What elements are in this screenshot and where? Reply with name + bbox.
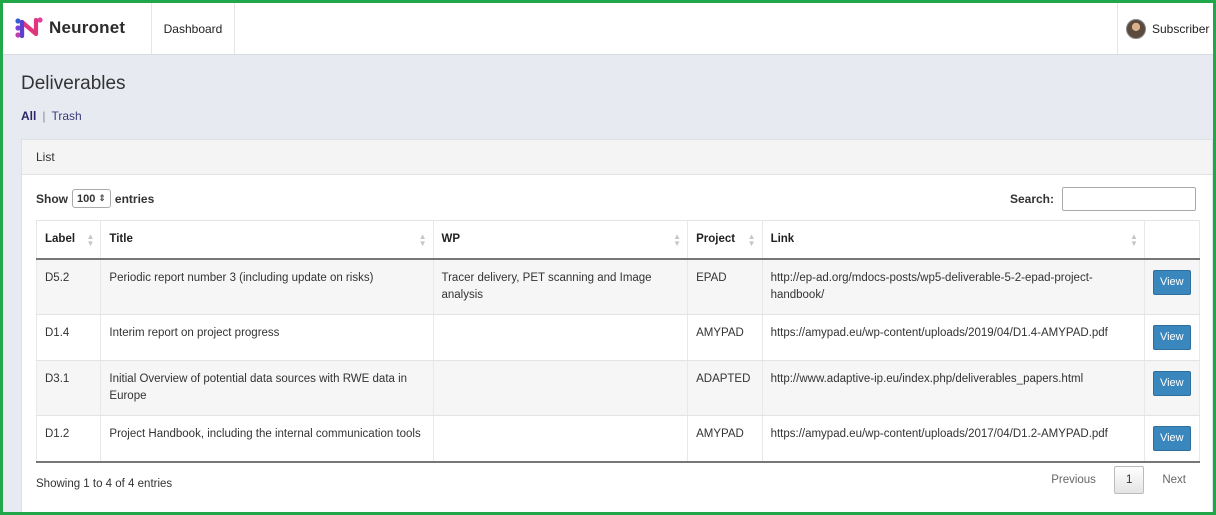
column-header-actions (1143, 220, 1201, 260)
cell-link: https://amypad.eu/wp-content/uploads/201… (761, 314, 1145, 361)
next-page-button[interactable]: Next (1150, 468, 1198, 492)
show-label: Show (36, 191, 68, 206)
cell-link: https://amypad.eu/wp-content/uploads/201… (761, 415, 1145, 463)
cell-label: D1.4 (35, 314, 101, 361)
avatar (1126, 18, 1146, 39)
table-controls: Show 100 ⇕ entries Search: (36, 187, 1196, 213)
column-header-project[interactable]: Project ▲ ▼ (687, 220, 763, 260)
cell-wp: Tracer delivery, PET scanning and Image … (432, 258, 688, 315)
cell-link: http://ep-ad.org/mdocs-posts/wp5-deliver… (761, 258, 1145, 315)
filter-links: All | Trash (21, 109, 82, 123)
brand[interactable]: Neuronet (15, 15, 125, 41)
cell-project: ADAPTED (687, 360, 763, 416)
cell-label: D5.2 (35, 258, 101, 315)
cell-title: Interim report on project progress (100, 314, 433, 361)
view-button[interactable]: View (1152, 425, 1191, 451)
page-length-value: 100 (77, 192, 96, 205)
table-header-row: Label ▲ ▼ Title ▲ ▼ WP ▲ ▼ Project ▲ ▼ L… (35, 220, 1201, 260)
list-panel: List Show 100 ⇕ entries Search: Label ▲ … (21, 139, 1213, 512)
page-title: Deliverables (21, 73, 126, 94)
cell-project: AMYPAD (687, 415, 763, 463)
view-button[interactable]: View (1152, 370, 1191, 396)
updown-arrows-icon: ⇕ (98, 193, 106, 203)
cell-label: D1.2 (35, 415, 101, 463)
column-header-wp[interactable]: WP ▲ ▼ (432, 220, 688, 260)
table-info: Showing 1 to 4 of 4 entries (36, 478, 173, 490)
cell-label: D3.1 (35, 360, 101, 416)
cell-action: View (1143, 258, 1201, 315)
neuronet-logo-icon (15, 17, 43, 39)
cell-action: View (1143, 360, 1201, 416)
search-control: Search: (1010, 187, 1196, 211)
nav-dashboard-link[interactable]: Dashboard (151, 3, 235, 54)
table-row: D3.1 Initial Overview of potential data … (35, 360, 1201, 416)
filter-all-link[interactable]: All (21, 109, 36, 123)
previous-page-button[interactable]: Previous (1039, 468, 1108, 492)
filter-separator: | (42, 109, 46, 123)
cell-title: Initial Overview of potential data sourc… (100, 360, 433, 416)
app-frame: Neuronet Dashboard Subscriber Deliverabl… (0, 0, 1216, 515)
table-row: D5.2 Periodic report number 3 (including… (35, 258, 1201, 315)
cell-title: Project Handbook, including the internal… (100, 415, 433, 463)
top-navbar: Neuronet Dashboard Subscriber (3, 3, 1213, 55)
cell-title: Periodic report number 3 (including upda… (100, 258, 433, 315)
cell-link: http://www.adaptive-ip.eu/index.php/deli… (761, 360, 1145, 416)
table-row: D1.2 Project Handbook, including the int… (35, 415, 1201, 463)
filter-trash-link[interactable]: Trash (51, 109, 81, 123)
user-name: Subscriber (1152, 21, 1210, 36)
page-length-select[interactable]: 100 ⇕ (72, 189, 111, 208)
table-row: D1.4 Interim report on project progress … (35, 314, 1201, 361)
current-page-button[interactable]: 1 (1113, 466, 1145, 494)
sort-icon: ▲ ▼ (747, 232, 756, 248)
cell-action: View (1143, 314, 1201, 361)
cell-wp (432, 415, 688, 463)
user-menu[interactable]: Subscriber (1117, 3, 1213, 54)
pagination: Previous 1 Next (1039, 466, 1198, 494)
cell-wp (432, 314, 688, 361)
search-label: Search: (1009, 192, 1054, 206)
cell-wp (432, 360, 688, 416)
deliverables-table: Label ▲ ▼ Title ▲ ▼ WP ▲ ▼ Project ▲ ▼ L… (35, 220, 1201, 463)
sort-icon: ▲ ▼ (673, 232, 682, 248)
view-button[interactable]: View (1152, 324, 1191, 350)
column-header-title[interactable]: Title ▲ ▼ (100, 220, 433, 260)
panel-heading: List (22, 140, 1212, 175)
sort-icon: ▲ ▼ (418, 232, 427, 248)
column-header-link[interactable]: Link ▲ ▼ (761, 220, 1145, 260)
view-button[interactable]: View (1152, 269, 1191, 295)
cell-action: View (1143, 415, 1201, 463)
column-header-label[interactable]: Label ▲ ▼ (35, 220, 101, 260)
brand-name: Neuronet (49, 18, 126, 37)
page-length-control: Show 100 ⇕ entries (36, 189, 154, 208)
cell-project: AMYPAD (687, 314, 763, 361)
entries-label: entries (114, 191, 155, 206)
sort-icon: ▲ ▼ (86, 232, 95, 248)
sort-icon: ▲ ▼ (1130, 232, 1138, 248)
search-input[interactable] (1062, 187, 1196, 211)
cell-project: EPAD (687, 258, 763, 315)
